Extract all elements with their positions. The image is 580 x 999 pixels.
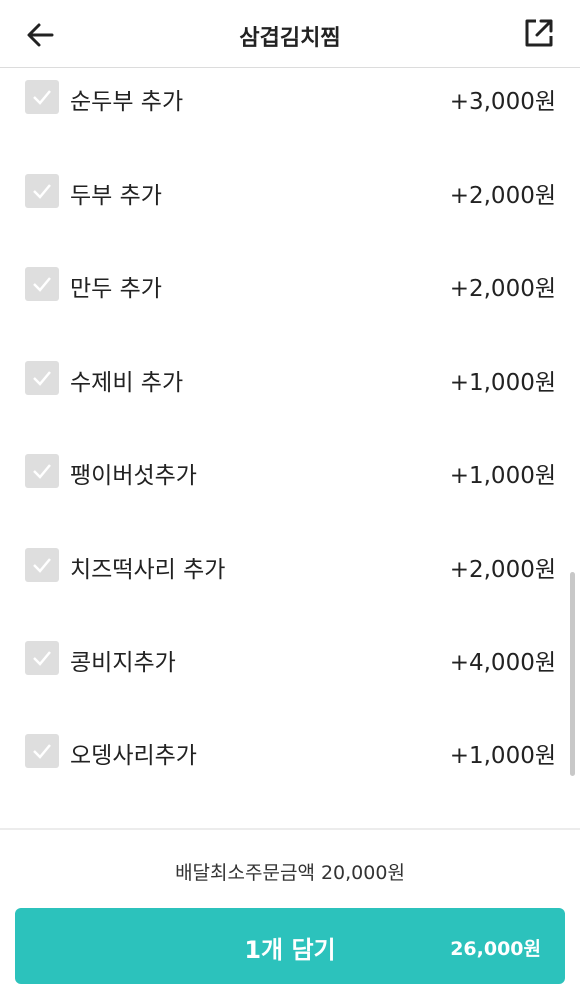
option-checkbox[interactable] (25, 734, 59, 768)
option-checkbox[interactable] (25, 80, 59, 114)
option-price: +2,000원 (449, 183, 556, 209)
option-price: +2,000원 (449, 557, 556, 583)
option-label: 콩비지추가 (70, 650, 176, 676)
option-checkbox[interactable] (25, 267, 59, 301)
option-label: 수제비 추가 (70, 370, 184, 396)
check-icon (33, 371, 51, 386)
option-price: +1,000원 (449, 463, 556, 489)
cart-button-total: 26,000원 (450, 938, 541, 960)
add-to-cart-button[interactable]: 1개 담기 26,000원 (15, 908, 565, 984)
check-icon (33, 651, 51, 666)
option-row-kongbiji[interactable]: 콩비지추가 +4,000원 (0, 629, 580, 689)
check-icon (33, 464, 51, 479)
option-row-dubu[interactable]: 두부 추가 +2,000원 (0, 162, 580, 222)
option-price: +4,000원 (449, 650, 556, 676)
option-row-enoki[interactable]: 팽이버섯추가 +1,000원 (0, 442, 580, 502)
external-share-icon (525, 19, 553, 47)
option-row-sujebi[interactable]: 수제비 추가 +1,000원 (0, 349, 580, 409)
scrollbar-thumb[interactable] (570, 572, 575, 776)
option-label: 만두 추가 (70, 276, 162, 302)
option-row-mandu[interactable]: 만두 추가 +2,000원 (0, 255, 580, 315)
min-order-notice: 배달최소주문금액 20,000원 (175, 862, 405, 884)
option-row-sundubu[interactable]: 순두부 추가 +3,000원 (0, 68, 580, 128)
option-price: +3,000원 (449, 89, 556, 115)
option-list[interactable]: 순두부 추가 +3,000원 두부 추가 +2,000원 만두 추가 +2,00… (0, 68, 580, 828)
check-icon (33, 558, 51, 573)
option-row-cheese-tteok[interactable]: 치즈떡사리 추가 +2,000원 (0, 536, 580, 596)
option-price: +2,000원 (449, 276, 556, 302)
option-label: 두부 추가 (70, 183, 162, 209)
check-icon (33, 744, 51, 759)
option-label: 순두부 추가 (70, 89, 184, 115)
check-icon (33, 184, 51, 199)
footer-divider (0, 828, 580, 830)
option-row-odeng[interactable]: 오뎅사리추가 +1,000원 (0, 722, 580, 782)
option-price: +1,000원 (449, 743, 556, 769)
page-title: 삼겹김치찜 (239, 26, 341, 51)
option-checkbox[interactable] (25, 174, 59, 208)
option-label: 오뎅사리추가 (70, 743, 197, 769)
option-price: +1,000원 (449, 370, 556, 396)
option-checkbox[interactable] (25, 548, 59, 582)
option-checkbox[interactable] (25, 454, 59, 488)
option-label: 팽이버섯추가 (70, 463, 197, 489)
option-checkbox[interactable] (25, 361, 59, 395)
option-checkbox[interactable] (25, 641, 59, 675)
top-app-bar: 삼겹김치찜 (0, 0, 580, 68)
check-icon (33, 90, 51, 105)
check-icon (33, 277, 51, 292)
option-label: 치즈떡사리 추가 (70, 557, 226, 583)
share-button[interactable] (524, 18, 554, 48)
